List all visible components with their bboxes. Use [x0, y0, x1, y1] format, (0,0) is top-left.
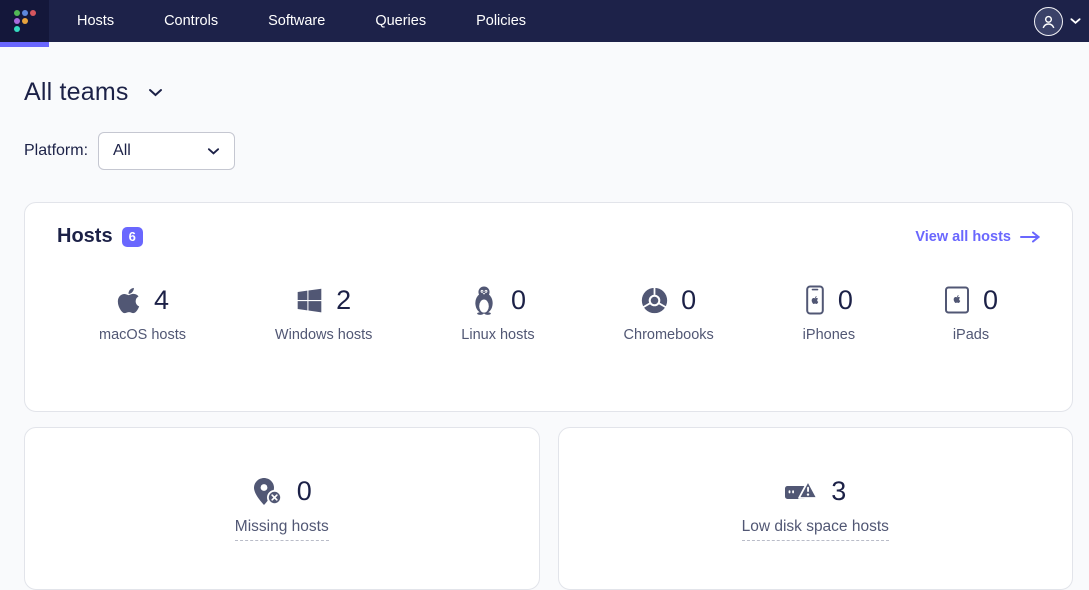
platform-label: Platform:: [24, 142, 88, 160]
hosts-card-header: Hosts 6 View all hosts: [57, 225, 1040, 248]
macos-label: macOS hosts: [99, 327, 186, 343]
low-disk-space-label[interactable]: Low disk space hosts: [742, 518, 889, 541]
chromebooks-count: 0: [681, 285, 696, 316]
iphone-icon: [805, 285, 825, 315]
missing-hosts-count: 0: [297, 476, 312, 507]
hosts-summary-card: Hosts 6 View all hosts 4 macOS hosts: [24, 202, 1073, 412]
chevron-down-icon: [1070, 17, 1081, 25]
teams-dropdown[interactable]: All teams: [24, 78, 163, 107]
ipads-count: 0: [983, 285, 998, 316]
view-all-hosts-label: View all hosts: [915, 229, 1011, 245]
active-nav-indicator: [0, 42, 49, 47]
chevron-down-icon: [207, 147, 220, 156]
linux-count: 0: [511, 285, 526, 316]
chevron-down-icon: [148, 88, 163, 98]
nav-item-hosts[interactable]: Hosts: [77, 0, 114, 42]
fleet-logo-icon: [12, 8, 38, 34]
linux-label: Linux hosts: [461, 327, 534, 343]
apple-icon: [116, 286, 141, 315]
nav-item-policies[interactable]: Policies: [476, 0, 526, 42]
stat-iphones[interactable]: 0 iPhones: [803, 284, 855, 343]
missing-hosts-card: 0 Missing hosts: [24, 427, 540, 590]
platform-select-value: All: [113, 142, 131, 160]
linux-icon: [470, 285, 498, 315]
view-all-hosts-link[interactable]: View all hosts: [915, 229, 1040, 245]
missing-hosts-label[interactable]: Missing hosts: [235, 518, 329, 541]
chrome-icon: [641, 287, 668, 314]
platform-filter-row: Platform: All: [24, 132, 1073, 170]
windows-label: Windows hosts: [275, 327, 373, 343]
windows-icon: [296, 287, 323, 314]
hosts-count-badge: 6: [122, 227, 143, 247]
arrow-right-icon: [1020, 231, 1040, 243]
avatar: [1034, 7, 1063, 36]
fleet-logo[interactable]: [0, 0, 49, 42]
low-disk-space-card: 3 Low disk space hosts: [558, 427, 1074, 590]
main-nav: Hosts Controls Software Queries Policies: [77, 0, 526, 42]
iphones-label: iPhones: [803, 327, 855, 343]
low-disk-space-count: 3: [831, 476, 846, 507]
stat-linux[interactable]: 0 Linux hosts: [461, 284, 534, 343]
stat-macos[interactable]: 4 macOS hosts: [99, 284, 186, 343]
summary-cards-row: 0 Missing hosts 3 Low disk space hosts: [24, 427, 1073, 590]
low-disk-space-icon: [784, 477, 818, 507]
chromebooks-label: Chromebooks: [624, 327, 714, 343]
top-navbar: Hosts Controls Software Queries Policies: [0, 0, 1089, 42]
nav-item-software[interactable]: Software: [268, 0, 325, 42]
user-icon: [1040, 13, 1057, 30]
ipad-icon: [944, 285, 970, 315]
platform-stats-row: 4 macOS hosts 2 Windows hosts: [57, 284, 1040, 343]
stat-chromebooks[interactable]: 0 Chromebooks: [624, 284, 714, 343]
dashboard-page: All teams Platform: All Hosts 6 View all…: [0, 42, 1089, 590]
stat-ipads[interactable]: 0 iPads: [944, 284, 998, 343]
nav-item-queries[interactable]: Queries: [375, 0, 426, 42]
hosts-card-title: Hosts: [57, 225, 113, 248]
stat-windows[interactable]: 2 Windows hosts: [275, 284, 373, 343]
missing-host-icon: [252, 477, 284, 507]
platform-select[interactable]: All: [98, 132, 235, 170]
windows-count: 2: [336, 285, 351, 316]
macos-count: 4: [154, 285, 169, 316]
nav-item-controls[interactable]: Controls: [164, 0, 218, 42]
page-title: All teams: [24, 78, 129, 107]
iphones-count: 0: [838, 285, 853, 316]
user-menu[interactable]: [1034, 7, 1089, 36]
ipads-label: iPads: [953, 327, 989, 343]
